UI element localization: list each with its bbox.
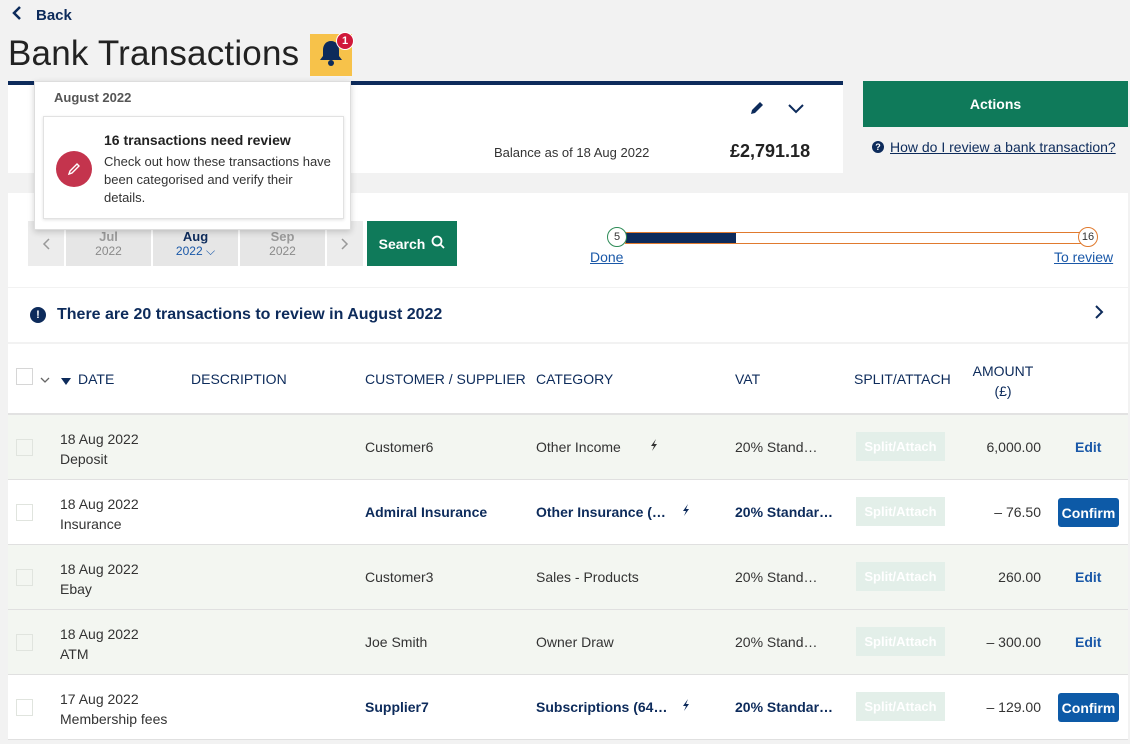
confirm-button[interactable]: Confirm — [1058, 498, 1119, 527]
exclamation-icon: ! — [30, 307, 46, 323]
back-label: Back — [36, 7, 72, 24]
row-category: Other Insurance (… — [536, 504, 666, 520]
actions-button[interactable]: Actions — [863, 81, 1128, 127]
row-category: Owner Draw — [536, 634, 614, 650]
table-row[interactable]: 18 Aug 2022 Insurance Admiral Insurance … — [8, 480, 1128, 545]
row-amount: – 129.00 — [986, 699, 1042, 715]
balance-value: £2,791.18 — [730, 141, 811, 161]
review-banner[interactable]: ! There are 20 transactions to review in… — [8, 288, 1128, 342]
notification-count-badge: 1 — [336, 32, 354, 50]
pencil-icon[interactable] — [748, 99, 766, 122]
col-vat: VAT — [735, 371, 761, 387]
pencil-icon — [56, 151, 92, 187]
row-vat: 20% Standar… — [735, 699, 834, 715]
chevron-down-icon[interactable] — [786, 98, 806, 123]
table-row[interactable]: 18 Aug 2022 Ebay Customer3 Sales - Produ… — [8, 545, 1128, 610]
page-title: Bank Transactions — [8, 34, 300, 73]
done-link[interactable]: Done — [590, 249, 623, 265]
row-date-desc: 18 Aug 2022 Insurance — [60, 496, 139, 532]
row-category: Other Income — [536, 439, 621, 455]
edit-button[interactable]: Edit — [1075, 569, 1101, 585]
row-category: Sales - Products — [536, 569, 639, 585]
row-category: Subscriptions (64… — [536, 699, 668, 715]
confirm-button[interactable]: Confirm — [1058, 693, 1119, 722]
table-header: DATE DESCRIPTION CUSTOMER / SUPPLIER CAT… — [8, 344, 1128, 415]
row-customer: Supplier7 — [365, 699, 429, 715]
notification-card[interactable]: 16 transactions need review Check out ho… — [43, 116, 344, 219]
notification-body: Check out how these transactions have be… — [104, 154, 331, 205]
row-vat: 20% Standar… — [735, 504, 834, 520]
back-link[interactable]: Back — [12, 6, 72, 25]
table-row[interactable]: 18 Aug 2022 Deposit Customer6 Other Inco… — [8, 415, 1128, 480]
row-vat: 20% Stand… — [735, 634, 818, 650]
row-checkbox[interactable] — [16, 504, 33, 521]
edit-button[interactable]: Edit — [1075, 439, 1101, 455]
split-attach-button[interactable]: Split/Attach — [856, 692, 945, 721]
review-banner-text: There are 20 transactions to review in A… — [57, 306, 443, 323]
bolt-icon — [681, 504, 691, 519]
table-row[interactable]: 18 Aug 2022 ATM Joe Smith Owner Draw 20%… — [8, 610, 1128, 675]
sort-caret-icon[interactable] — [61, 373, 71, 389]
split-attach-button[interactable]: Split/Attach — [856, 497, 945, 526]
review-count: 16 — [1078, 227, 1098, 247]
edit-button[interactable]: Edit — [1075, 634, 1101, 650]
col-amount: AMOUNT (£) — [972, 363, 1034, 399]
row-vat: 20% Stand… — [735, 569, 818, 585]
notification-popover: August 2022 16 transactions need review … — [34, 81, 351, 230]
row-checkbox[interactable] — [16, 439, 33, 456]
col-customer: CUSTOMER / SUPPLIER — [365, 371, 526, 387]
row-vat: 20% Stand… — [735, 439, 818, 455]
split-attach-button[interactable]: Split/Attach — [856, 432, 945, 461]
col-category: CATEGORY — [536, 371, 614, 387]
select-all-checkbox[interactable] — [16, 368, 33, 385]
transactions-table: DATE DESCRIPTION CUSTOMER / SUPPLIER CAT… — [8, 344, 1128, 740]
row-date-desc: 17 Aug 2022 Membership fees — [60, 691, 168, 727]
row-customer: Admiral Insurance — [365, 504, 488, 520]
bolt-icon — [649, 439, 659, 454]
bolt-icon — [681, 699, 691, 714]
chevron-right-icon — [1094, 304, 1104, 325]
split-attach-button[interactable]: Split/Attach — [856, 627, 945, 656]
done-count: 5 — [607, 227, 627, 247]
balance-label: Balance as of 18 Aug 2022 — [494, 145, 650, 160]
popover-header: August 2022 — [54, 90, 132, 105]
split-attach-button[interactable]: Split/Attach — [856, 562, 945, 591]
row-date-desc: 18 Aug 2022 ATM — [60, 626, 139, 662]
notification-bell-button[interactable]: 1 — [310, 32, 354, 76]
row-customer: Customer6 — [365, 439, 434, 455]
review-progress-bar — [625, 232, 1087, 244]
row-amount: 6,000.00 — [986, 439, 1042, 455]
row-checkbox[interactable] — [16, 699, 33, 716]
row-customer: Joe Smith — [365, 634, 428, 650]
col-split-attach: SPLIT/ATTACH — [854, 371, 951, 387]
row-customer: Customer3 — [365, 569, 434, 585]
question-icon: ? — [872, 141, 884, 153]
row-amount: – 300.00 — [986, 634, 1042, 650]
row-date-desc: 18 Aug 2022 Ebay — [60, 561, 139, 597]
row-amount: 260.00 — [998, 569, 1041, 585]
search-button[interactable]: Search — [367, 221, 457, 266]
row-amount: – 76.50 — [994, 504, 1041, 520]
col-description: DESCRIPTION — [191, 371, 287, 387]
progress-fill — [626, 233, 737, 243]
select-menu-chevron-icon[interactable] — [40, 371, 50, 387]
col-date[interactable]: DATE — [78, 371, 114, 387]
row-checkbox[interactable] — [16, 634, 33, 651]
help-link-text[interactable]: How do I review a bank transaction? — [890, 139, 1116, 155]
search-icon — [431, 235, 445, 252]
row-checkbox[interactable] — [16, 569, 33, 586]
row-date-desc: 18 Aug 2022 Deposit — [60, 431, 139, 467]
help-link[interactable]: ? How do I review a bank transaction? — [872, 139, 1116, 155]
notification-title: 16 transactions need review — [104, 132, 291, 148]
to-review-link[interactable]: To review — [1054, 249, 1113, 265]
table-row[interactable]: 17 Aug 2022 Membership fees Supplier7 Su… — [8, 675, 1128, 740]
chevron-left-icon — [12, 6, 22, 25]
